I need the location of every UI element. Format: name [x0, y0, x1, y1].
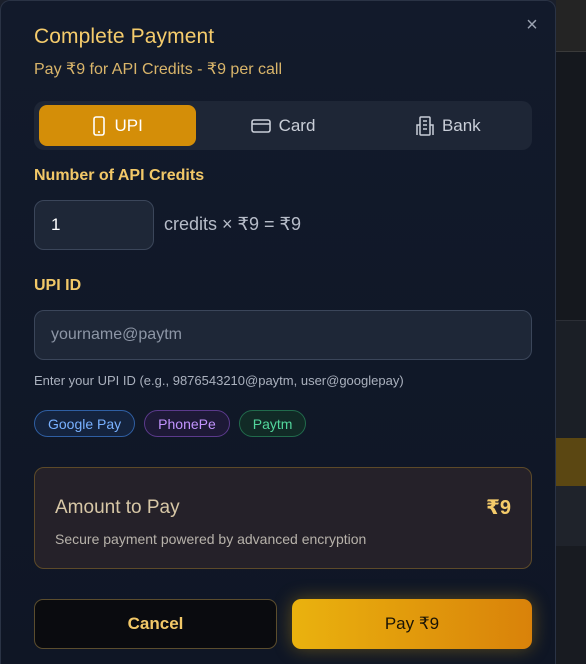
chip-phonepe[interactable]: PhonePe — [144, 410, 230, 437]
credits-quantity-input[interactable]: 1 — [34, 200, 154, 250]
tab-upi[interactable]: UPI — [39, 105, 197, 146]
credit-card-icon — [250, 118, 271, 133]
amount-summary-card: Amount to Pay ₹9 Secure payment powered … — [34, 467, 532, 569]
credits-calculation: credits × ₹9 = ₹9 — [164, 214, 301, 234]
chip-google-pay[interactable]: Google Pay — [34, 410, 136, 437]
upi-id-input[interactable]: yourname@paytm — [34, 310, 532, 360]
credits-label: Number of API Credits — [34, 167, 205, 184]
pay-button[interactable]: Pay ₹9 — [292, 599, 532, 649]
backdrop-strip — [556, 438, 586, 486]
upi-helper-text: Enter your UPI ID (e.g., 9876543210@payt… — [34, 373, 404, 388]
building-icon — [416, 115, 434, 136]
backdrop-strip — [556, 546, 586, 664]
upi-id-label: UPI ID — [34, 277, 82, 294]
amount-value: ₹9 — [485, 497, 511, 519]
tab-label: Card — [278, 115, 316, 135]
tab-card[interactable]: Card — [204, 105, 361, 146]
backdrop-strip — [556, 0, 586, 52]
security-note: Secure payment powered by advanced encry… — [55, 531, 367, 547]
payment-modal: Complete Payment Pay ₹9 for API Credits … — [0, 0, 556, 664]
backdrop-strip — [556, 486, 586, 546]
modal-subtitle: Pay ₹9 for API Credits - ₹9 per call — [34, 61, 283, 78]
tab-label: UPI — [114, 115, 143, 135]
backdrop-strip — [556, 52, 586, 320]
tab-label: Bank — [441, 115, 481, 135]
tab-bank[interactable]: Bank — [370, 105, 527, 146]
upi-app-chips: Google Pay PhonePe Paytm — [34, 410, 307, 437]
modal-title: Complete Payment — [34, 25, 215, 48]
close-icon[interactable]: × — [520, 13, 544, 37]
cancel-button[interactable]: Cancel — [34, 599, 277, 649]
backdrop-strip — [556, 320, 586, 438]
chip-paytm[interactable]: Paytm — [238, 410, 307, 437]
amount-label: Amount to Pay — [55, 497, 180, 518]
payment-method-tabs: UPI Card Bank — [34, 101, 532, 150]
smartphone-icon — [93, 115, 106, 136]
